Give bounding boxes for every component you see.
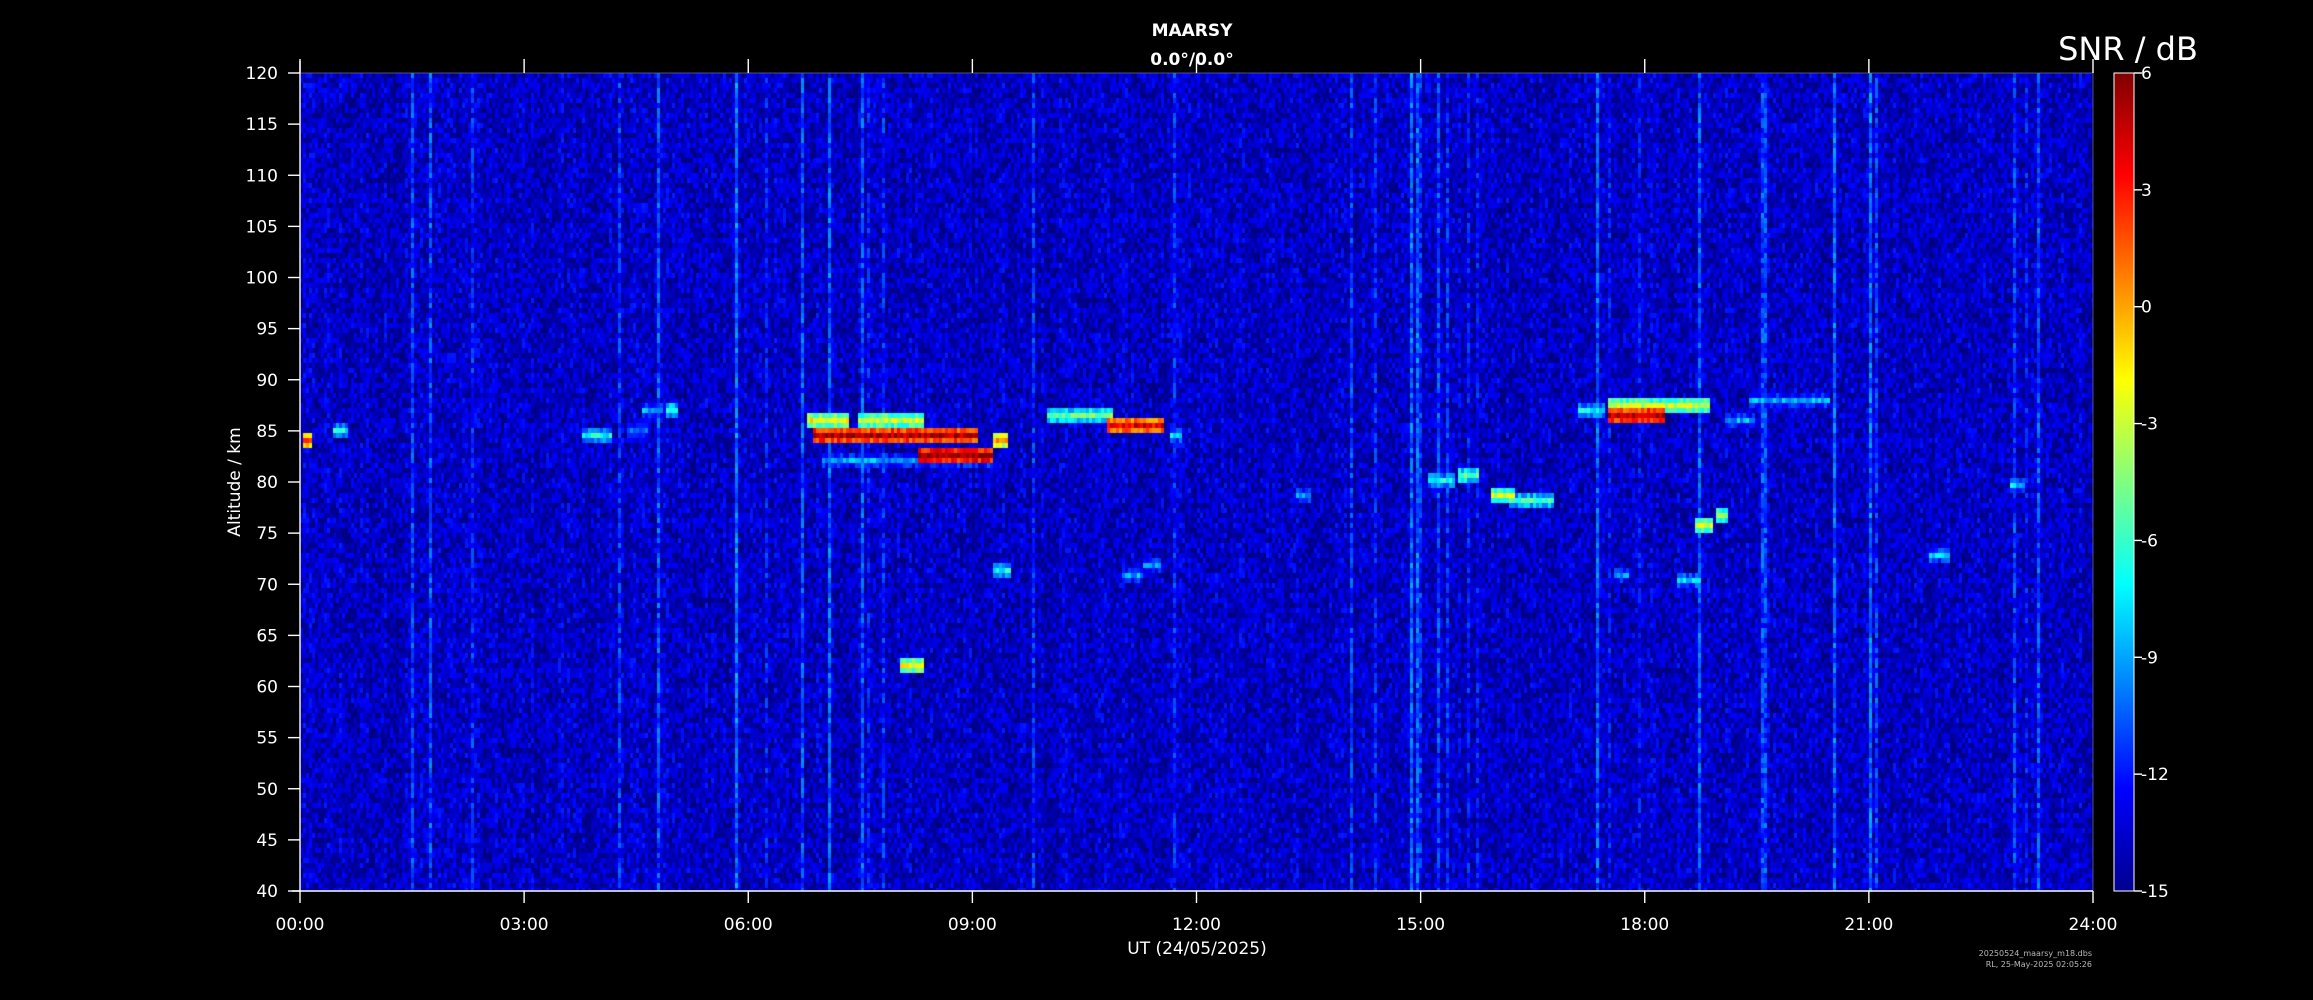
colorbar-tick-label: -9 bbox=[2141, 648, 2158, 668]
x-axis-label: UT (24/05/2025) bbox=[1127, 939, 1266, 959]
x-tick-label: 06:00 bbox=[724, 915, 773, 935]
chart-subtitle: 0.0°/0.0° bbox=[1150, 50, 1233, 70]
y-tick-label: 85 bbox=[256, 422, 278, 442]
colorbar-tick-label: -3 bbox=[2141, 415, 2158, 435]
footer-timestamp: RL, 25-May-2025 02:05:26 bbox=[1986, 960, 2092, 969]
colorbar-tick-label: 3 bbox=[2141, 181, 2152, 201]
colorbar-tick-label: 0 bbox=[2141, 298, 2152, 318]
y-axis-label: Altitude / km bbox=[225, 427, 245, 536]
heatmap-plot-area bbox=[300, 73, 2093, 891]
y-tick-label: 65 bbox=[256, 626, 278, 646]
y-tick-label: 75 bbox=[256, 524, 278, 544]
x-tick-label: 12:00 bbox=[1172, 915, 1221, 935]
y-tick-label: 110 bbox=[246, 166, 278, 186]
colorbar-ticks: 6 3 0 -3 -6 -9 -12 -15 bbox=[2134, 64, 2169, 902]
y-tick-label: 70 bbox=[256, 575, 278, 595]
y-tick-label: 55 bbox=[256, 729, 278, 749]
x-tick-label: 00:00 bbox=[276, 915, 325, 935]
x-tick-label: 03:00 bbox=[500, 915, 549, 935]
y-tick-label: 95 bbox=[256, 320, 278, 340]
x-tick-label: 18:00 bbox=[1620, 915, 1669, 935]
y-tick-label: 50 bbox=[256, 780, 278, 800]
colorbar-label: SNR / dB bbox=[2058, 30, 2198, 68]
colorbar-tick-label: -6 bbox=[2141, 531, 2158, 551]
x-tick-label: 21:00 bbox=[1844, 915, 1893, 935]
x-tick-label: 24:00 bbox=[2069, 915, 2118, 935]
y-tick-label: 80 bbox=[256, 473, 278, 493]
colorbar bbox=[2113, 72, 2135, 892]
colorbar-tick-label: 6 bbox=[2141, 64, 2152, 84]
y-tick-label: 45 bbox=[256, 831, 278, 851]
footer-filename: 20250524_maarsy_m18.dbs bbox=[1979, 949, 2092, 958]
heatmap-figure: MAARSY 0.0°/0.0° SNR / dB 00:00 03:00 06:0… bbox=[225, 21, 2198, 969]
y-tick-label: 105 bbox=[246, 217, 278, 237]
y-tick-label: 40 bbox=[256, 882, 278, 902]
x-tick-label: 15:00 bbox=[1396, 915, 1445, 935]
chart-title: MAARSY bbox=[1152, 21, 1234, 41]
y-tick-label: 115 bbox=[246, 115, 278, 135]
colorbar-tick-label: -12 bbox=[2141, 765, 2169, 785]
colorbar-tick-label: -15 bbox=[2141, 882, 2169, 902]
y-tick-label: 120 bbox=[246, 64, 278, 84]
x-tick-label: 09:00 bbox=[948, 915, 997, 935]
y-tick-label: 90 bbox=[256, 371, 278, 391]
y-tick-label: 60 bbox=[256, 678, 278, 698]
y-tick-label: 100 bbox=[246, 269, 278, 289]
